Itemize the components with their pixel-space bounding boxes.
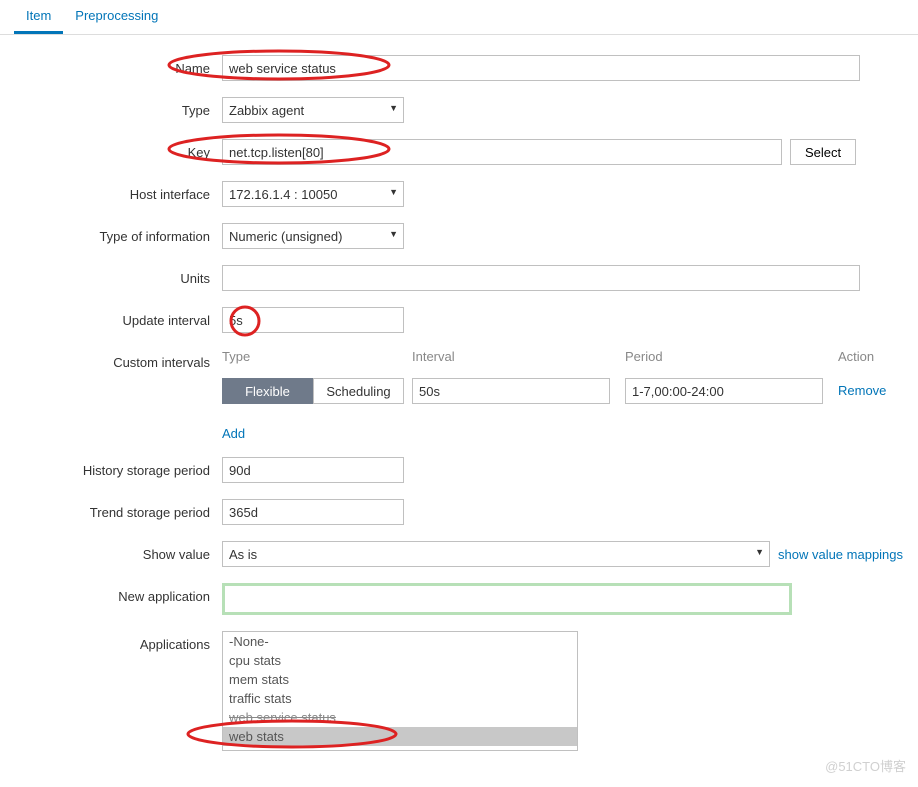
label-key: Key [14,139,222,160]
row-custom-intervals: Custom intervals Type Interval Period Ac… [14,349,904,441]
custom-header-type: Type [222,349,404,370]
type-of-information-select[interactable]: Numeric (unsigned) [222,223,404,249]
custom-header-interval: Interval [412,349,617,370]
row-update-interval: Update interval [14,307,904,333]
label-host-interface: Host interface [14,181,222,202]
update-interval-input[interactable] [222,307,404,333]
show-value-mappings-link[interactable]: show value mappings [778,547,903,562]
tabs-bar: Item Preprocessing [0,0,918,35]
row-trend-storage: Trend storage period [14,499,904,525]
custom-header-action: Action [838,349,918,370]
custom-interval-input[interactable] [412,378,610,404]
row-type: Type Zabbix agent [14,97,904,123]
row-host-interface: Host interface 172.16.1.4 : 10050 [14,181,904,207]
custom-header-period: Period [625,349,830,370]
label-trend-storage: Trend storage period [14,499,222,520]
host-interface-select[interactable]: 172.16.1.4 : 10050 [222,181,404,207]
label-show-value: Show value [14,541,222,562]
label-name: Name [14,55,222,76]
list-item[interactable]: mem stats [223,670,577,689]
row-type-of-information: Type of information Numeric (unsigned) [14,223,904,249]
show-value-select[interactable]: As is [222,541,770,567]
label-custom-intervals: Custom intervals [14,349,222,370]
add-link[interactable]: Add [222,426,245,441]
row-applications: Applications -None-cpu statsmem statstra… [14,631,904,751]
row-key: Key Select [14,139,904,165]
list-item[interactable]: cpu stats [223,651,577,670]
label-update-interval: Update interval [14,307,222,328]
trend-storage-input[interactable] [222,499,404,525]
row-new-application: New application [14,583,904,615]
label-type: Type [14,97,222,118]
label-history-storage: History storage period [14,457,222,478]
select-button[interactable]: Select [790,139,856,165]
list-item[interactable]: traffic stats [223,689,577,708]
list-item[interactable]: web stats [223,727,577,746]
row-show-value: Show value As is show value mappings [14,541,904,567]
label-applications: Applications [14,631,222,652]
history-storage-input[interactable] [222,457,404,483]
list-item[interactable]: web service status [223,708,577,727]
toggle-flexible[interactable]: Flexible [222,378,313,404]
toggle-scheduling[interactable]: Scheduling [313,378,404,404]
custom-period-input[interactable] [625,378,823,404]
item-form: Name Type Zabbix agent Key Select Host i… [0,55,918,787]
new-application-wrap [222,583,792,615]
label-new-application: New application [14,583,222,604]
row-history-storage: History storage period [14,457,904,483]
applications-listbox[interactable]: -None-cpu statsmem statstraffic statsweb… [222,631,578,751]
label-units: Units [14,265,222,286]
custom-intervals-table: Type Interval Period Action Flexible Sch… [222,349,902,404]
type-select[interactable]: Zabbix agent [222,97,404,123]
tab-item[interactable]: Item [14,0,63,34]
key-input[interactable] [222,139,782,165]
list-item[interactable]: -None- [223,632,577,651]
new-application-input[interactable] [227,588,787,610]
row-units: Units [14,265,904,291]
label-type-of-information: Type of information [14,223,222,244]
row-name: Name [14,55,904,81]
units-input[interactable] [222,265,860,291]
tab-preprocessing[interactable]: Preprocessing [63,0,170,34]
remove-link[interactable]: Remove [838,378,918,404]
name-input[interactable] [222,55,860,81]
custom-type-toggle: Flexible Scheduling [222,378,404,404]
